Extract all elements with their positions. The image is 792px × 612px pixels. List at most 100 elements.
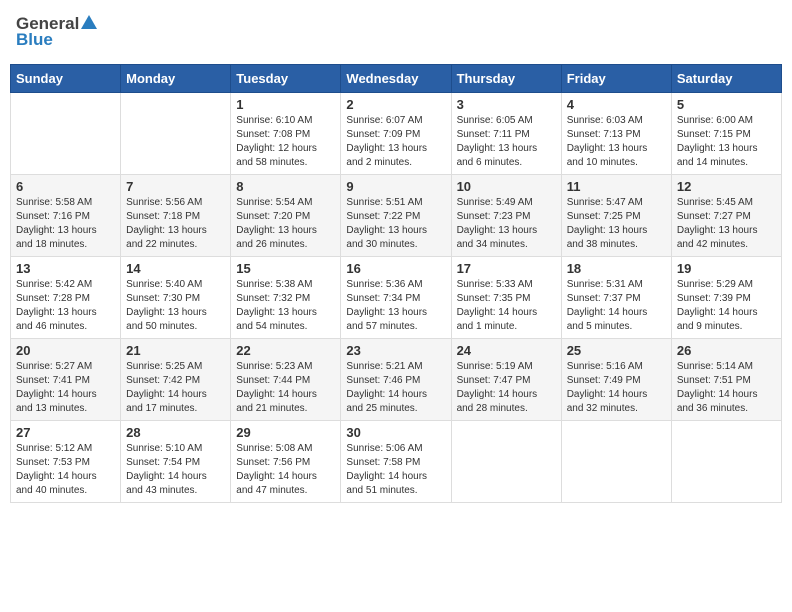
day-number: 7 xyxy=(126,179,225,194)
day-of-week-header: Friday xyxy=(561,65,671,93)
day-info: Sunrise: 5:25 AM Sunset: 7:42 PM Dayligh… xyxy=(126,360,225,416)
calendar-cell: 4 Sunrise: 6:03 AM Sunset: 7:13 PM Daylig… xyxy=(561,93,671,175)
day-info: Sunrise: 5:36 AM Sunset: 7:34 PM Dayligh… xyxy=(346,278,445,334)
day-info: Sunrise: 5:31 AM Sunset: 7:37 PM Dayligh… xyxy=(567,278,666,334)
calendar-cell: 9 Sunrise: 5:51 AM Sunset: 7:22 PM Daylig… xyxy=(341,175,451,257)
day-number: 20 xyxy=(16,343,115,358)
day-of-week-header: Sunday xyxy=(11,65,121,93)
day-info: Sunrise: 5:23 AM Sunset: 7:44 PM Dayligh… xyxy=(236,360,335,416)
day-number: 28 xyxy=(126,425,225,440)
calendar-cell: 20 Sunrise: 5:27 AM Sunset: 7:41 PM Dayli… xyxy=(11,339,121,421)
day-info: Sunrise: 5:33 AM Sunset: 7:35 PM Dayligh… xyxy=(457,278,556,334)
calendar-cell: 6Sunrise: 5:58 AM Sunset: 7:16 PM Daylig… xyxy=(11,175,121,257)
calendar-week-row: 6Sunrise: 5:58 AM Sunset: 7:16 PM Daylig… xyxy=(11,175,782,257)
calendar-cell: 15 Sunrise: 5:38 AM Sunset: 7:32 PM Dayli… xyxy=(231,257,341,339)
calendar-cell: 8 Sunrise: 5:54 AM Sunset: 7:20 PM Daylig… xyxy=(231,175,341,257)
day-number: 9 xyxy=(346,179,445,194)
day-info: Sunrise: 5:47 AM Sunset: 7:25 PM Dayligh… xyxy=(567,196,666,252)
day-info: Sunrise: 5:27 AM Sunset: 7:41 PM Dayligh… xyxy=(16,360,115,416)
day-number: 15 xyxy=(236,261,335,276)
day-info: Sunrise: 5:14 AM Sunset: 7:51 PM Dayligh… xyxy=(677,360,776,416)
day-info: Sunrise: 5:08 AM Sunset: 7:56 PM Dayligh… xyxy=(236,442,335,498)
calendar-cell: 26 Sunrise: 5:14 AM Sunset: 7:51 PM Dayli… xyxy=(671,339,781,421)
calendar-cell: 1Sunrise: 6:10 AM Sunset: 7:08 PM Daylig… xyxy=(231,93,341,175)
calendar-cell: 18 Sunrise: 5:31 AM Sunset: 7:37 PM Dayli… xyxy=(561,257,671,339)
calendar-cell: 3 Sunrise: 6:05 AM Sunset: 7:11 PM Daylig… xyxy=(451,93,561,175)
day-info: Sunrise: 5:16 AM Sunset: 7:49 PM Dayligh… xyxy=(567,360,666,416)
day-number: 27 xyxy=(16,425,115,440)
day-info: Sunrise: 5:51 AM Sunset: 7:22 PM Dayligh… xyxy=(346,196,445,252)
calendar-cell: 10 Sunrise: 5:49 AM Sunset: 7:23 PM Dayli… xyxy=(451,175,561,257)
day-number: 12 xyxy=(677,179,776,194)
day-number: 21 xyxy=(126,343,225,358)
calendar-cell: 12 Sunrise: 5:45 AM Sunset: 7:27 PM Dayli… xyxy=(671,175,781,257)
calendar-cell: 7 Sunrise: 5:56 AM Sunset: 7:18 PM Daylig… xyxy=(121,175,231,257)
calendar-week-row: 20 Sunrise: 5:27 AM Sunset: 7:41 PM Dayli… xyxy=(11,339,782,421)
calendar-cell xyxy=(451,421,561,503)
calendar-cell: 29 Sunrise: 5:08 AM Sunset: 7:56 PM Dayli… xyxy=(231,421,341,503)
day-of-week-header: Tuesday xyxy=(231,65,341,93)
calendar-week-row: 1Sunrise: 6:10 AM Sunset: 7:08 PM Daylig… xyxy=(11,93,782,175)
day-info: Sunrise: 5:56 AM Sunset: 7:18 PM Dayligh… xyxy=(126,196,225,252)
calendar-cell: 13Sunrise: 5:42 AM Sunset: 7:28 PM Dayli… xyxy=(11,257,121,339)
day-info: Sunrise: 5:10 AM Sunset: 7:54 PM Dayligh… xyxy=(126,442,225,498)
calendar-cell: 17 Sunrise: 5:33 AM Sunset: 7:35 PM Dayli… xyxy=(451,257,561,339)
day-of-week-header: Wednesday xyxy=(341,65,451,93)
day-number: 29 xyxy=(236,425,335,440)
day-info: Sunrise: 5:54 AM Sunset: 7:20 PM Dayligh… xyxy=(236,196,335,252)
day-number: 2 xyxy=(346,97,445,112)
day-number: 24 xyxy=(457,343,556,358)
day-number: 30 xyxy=(346,425,445,440)
calendar-cell: 21 Sunrise: 5:25 AM Sunset: 7:42 PM Dayli… xyxy=(121,339,231,421)
day-number: 19 xyxy=(677,261,776,276)
day-of-week-header: Thursday xyxy=(451,65,561,93)
day-number: 10 xyxy=(457,179,556,194)
day-info: Sunrise: 5:21 AM Sunset: 7:46 PM Dayligh… xyxy=(346,360,445,416)
calendar-week-row: 13Sunrise: 5:42 AM Sunset: 7:28 PM Dayli… xyxy=(11,257,782,339)
day-number: 23 xyxy=(346,343,445,358)
calendar-cell: 19 Sunrise: 5:29 AM Sunset: 7:39 PM Dayli… xyxy=(671,257,781,339)
day-of-week-header: Monday xyxy=(121,65,231,93)
day-number: 17 xyxy=(457,261,556,276)
day-info: Sunrise: 5:38 AM Sunset: 7:32 PM Dayligh… xyxy=(236,278,335,334)
calendar-cell: 24 Sunrise: 5:19 AM Sunset: 7:47 PM Dayli… xyxy=(451,339,561,421)
calendar-cell: 23 Sunrise: 5:21 AM Sunset: 7:46 PM Dayli… xyxy=(341,339,451,421)
day-number: 16 xyxy=(346,261,445,276)
day-number: 3 xyxy=(457,97,556,112)
calendar-cell xyxy=(11,93,121,175)
day-number: 14 xyxy=(126,261,225,276)
calendar-cell: 5Sunrise: 6:00 AM Sunset: 7:15 PM Daylig… xyxy=(671,93,781,175)
day-number: 25 xyxy=(567,343,666,358)
day-info: Sunrise: 6:05 AM Sunset: 7:11 PM Dayligh… xyxy=(457,114,556,170)
logo-triangle-icon xyxy=(81,15,97,29)
day-info: Sunrise: 5:42 AM Sunset: 7:28 PM Dayligh… xyxy=(16,278,115,334)
day-number: 4 xyxy=(567,97,666,112)
calendar-cell: 11 Sunrise: 5:47 AM Sunset: 7:25 PM Dayli… xyxy=(561,175,671,257)
calendar-cell xyxy=(561,421,671,503)
day-number: 18 xyxy=(567,261,666,276)
calendar-cell: 14Sunrise: 5:40 AM Sunset: 7:30 PM Dayli… xyxy=(121,257,231,339)
day-info: Sunrise: 6:03 AM Sunset: 7:13 PM Dayligh… xyxy=(567,114,666,170)
day-number: 26 xyxy=(677,343,776,358)
calendar-cell xyxy=(671,421,781,503)
day-info: Sunrise: 5:58 AM Sunset: 7:16 PM Dayligh… xyxy=(16,196,115,252)
logo-blue-text: Blue xyxy=(16,30,53,50)
day-number: 11 xyxy=(567,179,666,194)
day-info: Sunrise: 5:19 AM Sunset: 7:47 PM Dayligh… xyxy=(457,360,556,416)
day-info: Sunrise: 6:07 AM Sunset: 7:09 PM Dayligh… xyxy=(346,114,445,170)
day-info: Sunrise: 5:06 AM Sunset: 7:58 PM Dayligh… xyxy=(346,442,445,498)
day-number: 22 xyxy=(236,343,335,358)
day-number: 8 xyxy=(236,179,335,194)
day-info: Sunrise: 5:49 AM Sunset: 7:23 PM Dayligh… xyxy=(457,196,556,252)
calendar-cell: 2 Sunrise: 6:07 AM Sunset: 7:09 PM Daylig… xyxy=(341,93,451,175)
page-header: General Blue xyxy=(10,10,782,54)
day-info: Sunrise: 6:10 AM Sunset: 7:08 PM Dayligh… xyxy=(236,114,335,170)
calendar-table: SundayMondayTuesdayWednesdayThursdayFrid… xyxy=(10,64,782,503)
day-info: Sunrise: 5:29 AM Sunset: 7:39 PM Dayligh… xyxy=(677,278,776,334)
day-number: 5 xyxy=(677,97,776,112)
day-info: Sunrise: 5:45 AM Sunset: 7:27 PM Dayligh… xyxy=(677,196,776,252)
calendar-header-row: SundayMondayTuesdayWednesdayThursdayFrid… xyxy=(11,65,782,93)
calendar-cell: 27Sunrise: 5:12 AM Sunset: 7:53 PM Dayli… xyxy=(11,421,121,503)
calendar-cell: 16 Sunrise: 5:36 AM Sunset: 7:34 PM Dayli… xyxy=(341,257,451,339)
calendar-cell: 30 Sunrise: 5:06 AM Sunset: 7:58 PM Dayli… xyxy=(341,421,451,503)
